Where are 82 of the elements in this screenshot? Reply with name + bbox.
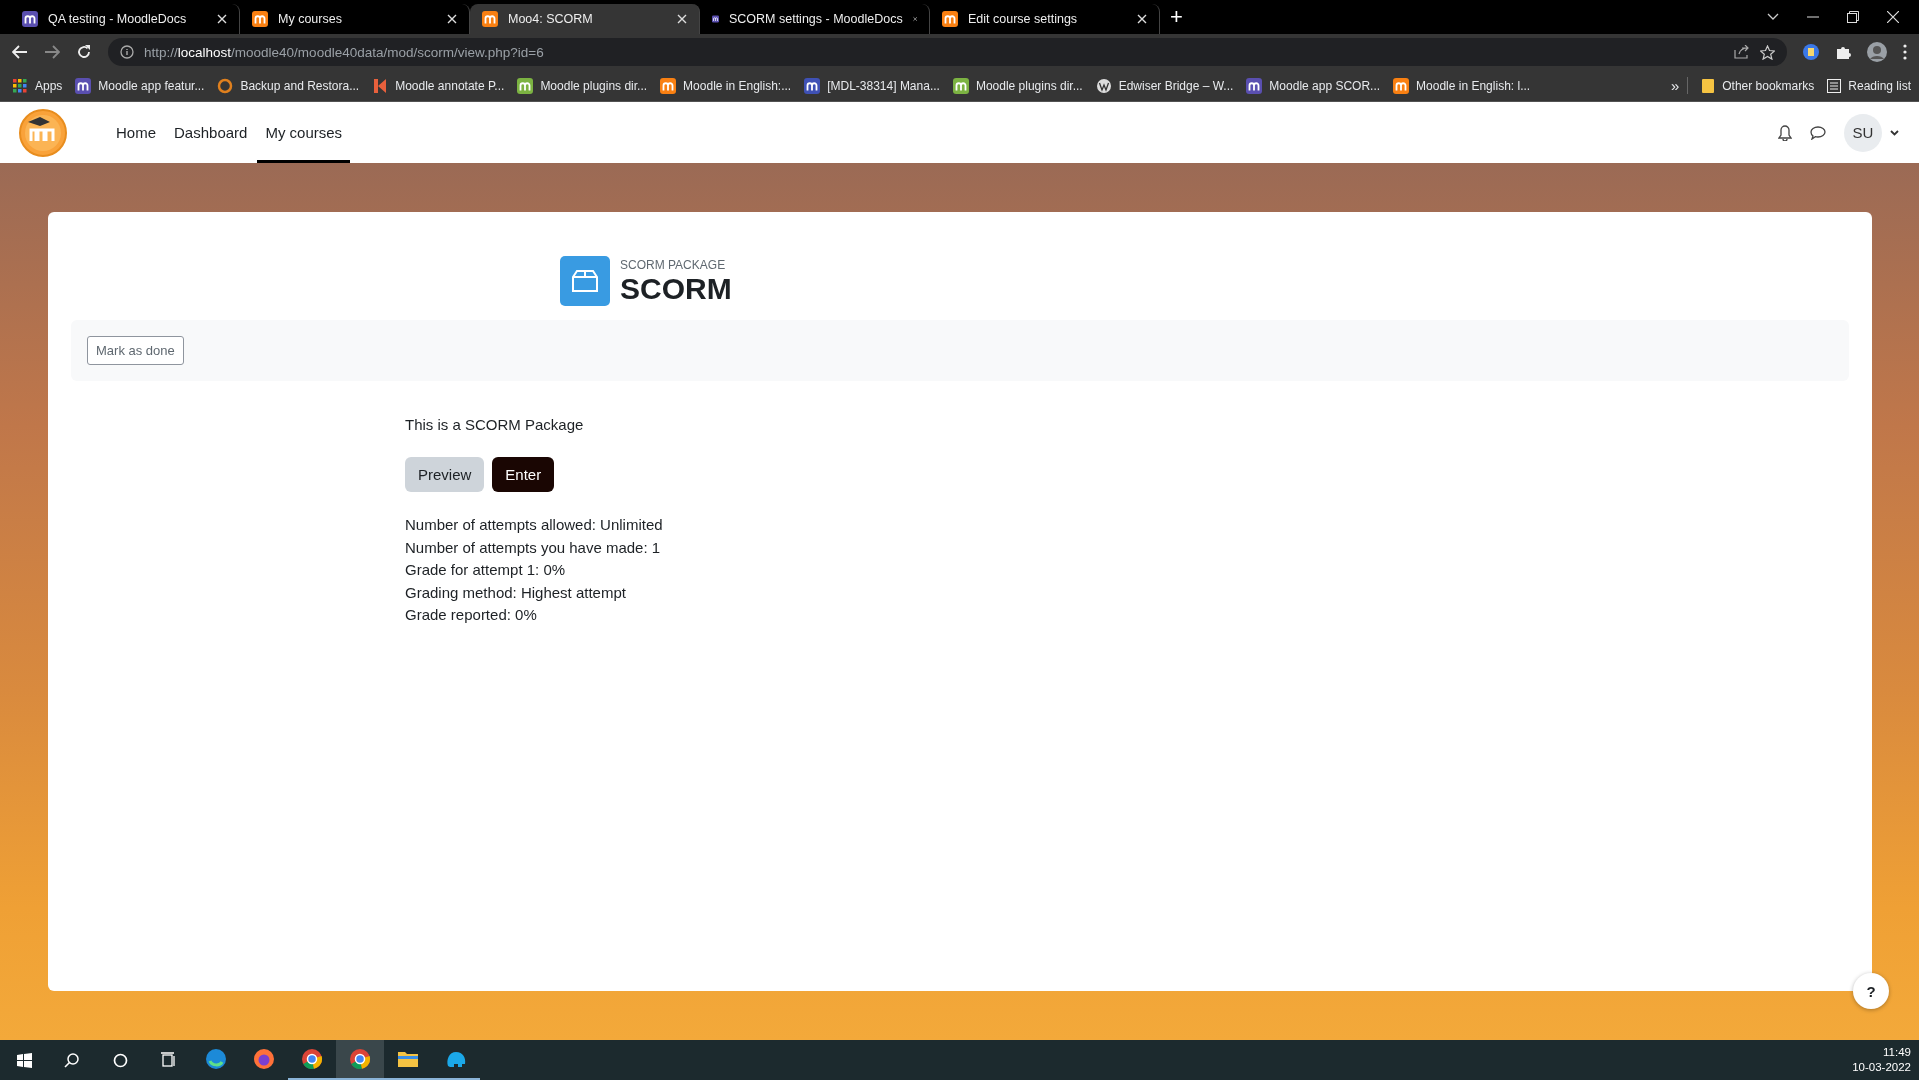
moodle-docs-icon	[75, 77, 92, 94]
wordpress-icon	[1095, 77, 1112, 94]
chrome-icon[interactable]	[301, 1048, 323, 1070]
reload-icon[interactable]	[76, 44, 92, 60]
info-line: Grade reported: 0%	[405, 605, 538, 625]
back-arrow-icon[interactable]	[12, 45, 28, 59]
address-bar[interactable]: http://localhost/moodle40/moodle40data/mod/scorm/view.php?id=6	[108, 38, 1787, 66]
nav-link[interactable]: Dashboard	[166, 102, 256, 163]
plugin-icon	[952, 77, 969, 94]
plugin-icon	[517, 77, 534, 94]
info-line: Grade for attempt 1: 0%	[405, 560, 567, 580]
chat-bubble-icon[interactable]	[1810, 125, 1826, 140]
close-icon[interactable]	[1887, 11, 1899, 23]
list-icon	[1827, 78, 1842, 93]
edge-browser-icon[interactable]	[205, 1048, 227, 1070]
info-line: Grading method: Highest attempt	[405, 582, 627, 603]
enter-button[interactable]: Enter	[492, 457, 555, 492]
reading-list-button[interactable]: Reading list	[1827, 78, 1911, 93]
notification-bell-icon[interactable]	[1778, 124, 1792, 141]
nav-link[interactable]: Home	[108, 102, 164, 163]
moodle-icon	[942, 11, 958, 27]
moodle-icon	[252, 11, 268, 27]
apps-grid-icon	[12, 77, 28, 94]
close-icon[interactable]	[1137, 14, 1147, 24]
bookmark[interactable]: Moodle app featur...	[75, 77, 205, 94]
share-icon[interactable]	[1734, 45, 1750, 59]
puzzle-icon[interactable]	[1835, 44, 1851, 60]
bookmark[interactable]: Moodle plugins dir...	[952, 77, 1083, 94]
info-icon	[120, 45, 134, 59]
help-button[interactable]: ?	[1853, 973, 1889, 1009]
bookmark[interactable]: Moodle plugins dir...	[517, 77, 648, 94]
profile-avatar-icon[interactable]	[1867, 42, 1887, 62]
search-icon[interactable]	[63, 1051, 81, 1069]
more-menu-icon[interactable]	[1903, 44, 1907, 60]
new-tab-button[interactable]: +	[1170, 4, 1183, 30]
task-view-icon[interactable]	[159, 1051, 177, 1069]
user-avatar[interactable]: SU	[1844, 113, 1882, 152]
extension-badge-icon[interactable]	[1803, 44, 1819, 60]
bookmark[interactable]: Moodle in English:...	[660, 77, 792, 94]
moodle-docs-icon	[22, 11, 38, 27]
folder-icon	[1701, 77, 1716, 94]
info-line: Number of attempts you have made: 1	[405, 537, 662, 558]
chevron-down-icon[interactable]	[1767, 13, 1779, 21]
moodle-icon	[660, 77, 677, 94]
forward-arrow-icon[interactable]	[44, 45, 60, 59]
moodle-docs-icon	[1246, 77, 1263, 94]
firefox-icon[interactable]	[253, 1048, 275, 1070]
moodle-icon	[482, 11, 498, 27]
star-icon[interactable]	[1760, 44, 1775, 60]
bookmark[interactable]: [MDL-38314] Mana...	[804, 77, 940, 94]
close-icon[interactable]	[677, 14, 687, 24]
moodle-icon	[1393, 77, 1410, 94]
activity-type: SCORM PACKAGE	[620, 257, 727, 272]
bookmark[interactable]: Apps	[12, 77, 63, 94]
more-bookmarks-button[interactable]: »	[1662, 77, 1689, 94]
bookmark[interactable]: Moodle app SCOR...	[1246, 77, 1381, 94]
bookmark[interactable]: Backup and Restora...	[217, 77, 360, 94]
clock-date: 10-03-2022	[1852, 1060, 1911, 1075]
ring-icon	[217, 77, 234, 94]
bookmark[interactable]: Moodle in English: l...	[1393, 77, 1531, 94]
caret-icon[interactable]	[1890, 129, 1899, 136]
restore-icon[interactable]	[1847, 11, 1859, 23]
moodle-logo[interactable]	[18, 107, 68, 158]
chrome-icon[interactable]	[349, 1048, 371, 1070]
url-text: http://localhost/moodle40/moodle40data/mod/scorm/view.php?id=6	[144, 44, 544, 60]
mark-as-done-button[interactable]: Mark as done	[87, 336, 184, 365]
bookmark[interactable]: Edwiser Bridge – W...	[1095, 77, 1234, 94]
preview-button[interactable]: Preview	[405, 457, 485, 492]
browser-tab[interactable]: Moo4: SCORM	[470, 4, 700, 34]
k-logo-icon	[372, 77, 389, 94]
tracker-icon	[804, 77, 821, 94]
bookmark-folder[interactable]: Other bookmarks	[1701, 77, 1815, 94]
description-text: This is a SCORM Package	[405, 416, 585, 433]
bookmark[interactable]: Moodle annotate P...	[372, 77, 505, 94]
windows-start-icon[interactable]	[15, 1051, 33, 1069]
package-icon	[560, 256, 610, 306]
clock-time: 11:49	[1883, 1045, 1911, 1060]
close-icon[interactable]	[447, 14, 457, 24]
info-line: Number of attempts allowed: Unlimited	[405, 515, 664, 535]
close-icon[interactable]	[217, 14, 227, 24]
ring-icon[interactable]	[111, 1051, 129, 1069]
activity-title: SCORM	[620, 271, 732, 305]
